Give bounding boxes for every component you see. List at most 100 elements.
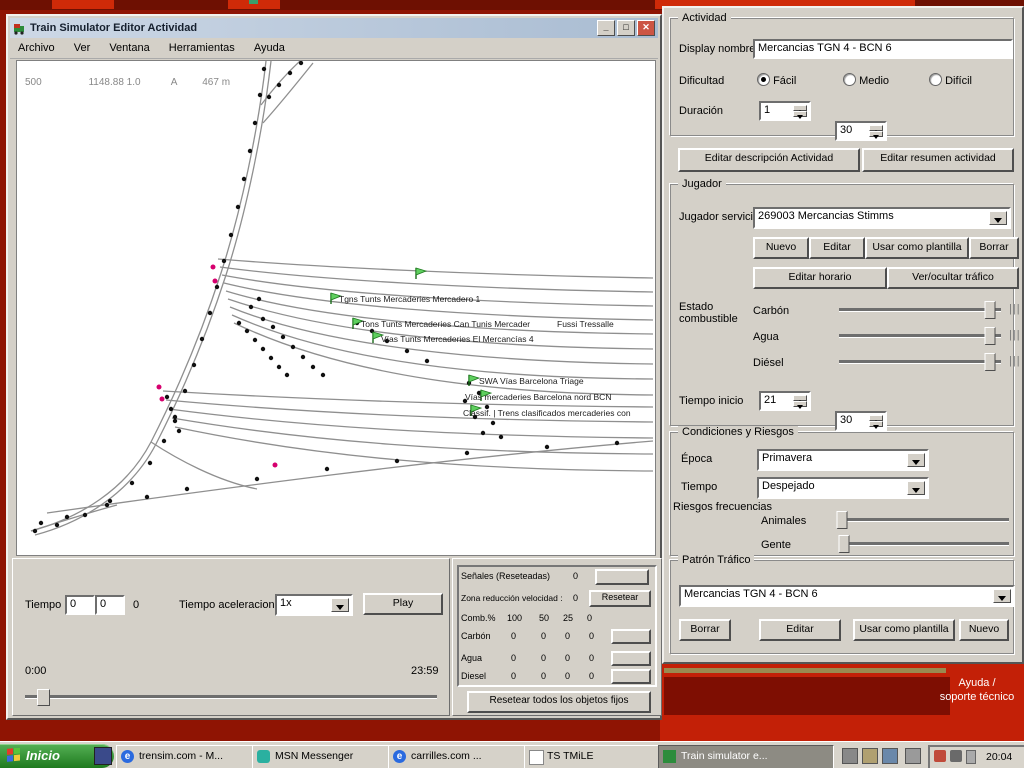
patron-trafico-dropdown-button[interactable] [993, 589, 1011, 603]
diesel-slider-handle[interactable] [984, 353, 995, 371]
map-node[interactable] [261, 347, 265, 351]
map-node[interactable] [208, 311, 212, 315]
jugador-borrar-button[interactable]: Borrar [969, 237, 1019, 259]
track-map[interactable]: Tgns Tunts Mercaderies Mercadero 1Tons T… [17, 61, 655, 555]
map-node[interactable] [55, 523, 59, 527]
taskbar-task-trensim[interactable]: e trensim.com - M... [116, 745, 270, 768]
map-node[interactable] [257, 297, 261, 301]
zona-reset-button[interactable]: Resetear [589, 590, 651, 607]
map-node[interactable] [395, 459, 399, 463]
map-node[interactable] [277, 365, 281, 369]
taskbar-task-train-simulator[interactable]: Train simulator e... [658, 745, 834, 768]
carbon-slider-handle[interactable] [984, 301, 995, 319]
map-node[interactable] [258, 93, 262, 97]
map-junction-node[interactable] [213, 279, 218, 284]
tiempo-inicio-minutes-spinner[interactable]: 30 [835, 411, 887, 431]
map-junction-node[interactable] [157, 385, 162, 390]
map-view[interactable]: 500 1148.88 1.0 A 467 m Tgns Tunts Merca… [16, 60, 656, 556]
patron-editar-button[interactable]: Editar [759, 619, 841, 641]
map-node[interactable] [405, 349, 409, 353]
map-node[interactable] [83, 513, 87, 517]
carbon-reset-button[interactable] [611, 629, 651, 644]
map-node[interactable] [248, 149, 252, 153]
spin-down-icon[interactable] [869, 131, 883, 137]
map-node[interactable] [271, 325, 275, 329]
map-node[interactable] [491, 421, 495, 425]
map-node[interactable] [255, 477, 259, 481]
reset-all-button[interactable]: Resetear todos los objetos fijos [467, 691, 651, 713]
taskbar-toolbar-icon[interactable] [842, 748, 858, 764]
quick-launch-icon[interactable] [94, 747, 112, 765]
diesel-reset-button[interactable] [611, 669, 651, 684]
map-node[interactable] [545, 445, 549, 449]
map-node[interactable] [162, 439, 166, 443]
radio-facil[interactable]: Fácil [757, 73, 796, 87]
jugador-plantilla-button[interactable]: Usar como plantilla [865, 237, 969, 259]
map-node[interactable] [215, 285, 219, 289]
menu-herramientas[interactable]: Herramientas [161, 39, 243, 56]
animales-slider-handle[interactable] [837, 511, 848, 529]
map-node[interactable] [253, 338, 257, 342]
time-hours-field[interactable]: 0 [65, 595, 95, 615]
radio-dificil-icon[interactable] [929, 73, 942, 86]
jugador-servicio-dropdown-button[interactable] [989, 211, 1007, 225]
spin-down-icon[interactable] [869, 421, 883, 427]
map-node[interactable] [281, 335, 285, 339]
duracion-hours-spinner[interactable]: 1 [759, 101, 811, 121]
ver-ocultar-trafico-button[interactable]: Ver/ocultar tráfico [887, 267, 1019, 289]
tray-icon[interactable] [966, 750, 976, 764]
map-node[interactable] [261, 317, 265, 321]
accel-dropdown-button[interactable] [331, 598, 349, 612]
map-flag-icon[interactable] [469, 375, 479, 382]
map-node[interactable] [108, 499, 112, 503]
map-node[interactable] [177, 429, 181, 433]
tiempo-clima-combobox[interactable]: Despejado [757, 477, 929, 499]
tiempo-inicio-hours-spinner[interactable]: 21 [759, 391, 811, 411]
jugador-editar-button[interactable]: Editar [809, 237, 865, 259]
title-bar[interactable]: Train Simulator Editor Actividad _ □ ✕ [10, 18, 658, 38]
map-node[interactable] [615, 441, 619, 445]
timeline-track[interactable] [25, 695, 437, 699]
map-node[interactable] [269, 356, 273, 360]
map-node[interactable] [65, 515, 69, 519]
map-junction-node[interactable] [160, 397, 165, 402]
map-node[interactable] [262, 67, 266, 71]
tray-icon[interactable] [934, 750, 946, 762]
taskbar-task-messenger[interactable]: MSN Messenger [252, 745, 406, 768]
map-node[interactable] [185, 487, 189, 491]
map-node[interactable] [425, 359, 429, 363]
map-node[interactable] [277, 83, 281, 87]
map-junction-node[interactable] [273, 463, 278, 468]
display-nombre-field[interactable]: Mercancias TGN 4 - BCN 6 [753, 39, 1013, 59]
map-junction-node[interactable] [211, 265, 216, 270]
taskbar-toolbar-icon[interactable] [905, 748, 921, 764]
radio-dificil[interactable]: Difícil [929, 73, 972, 87]
taskbar-task-carrilles[interactable]: e carrilles.com ... [388, 745, 542, 768]
menu-archivo[interactable]: Archivo [10, 39, 63, 56]
map-node[interactable] [237, 321, 241, 325]
map-node[interactable] [311, 365, 315, 369]
spin-down-icon[interactable] [793, 401, 807, 407]
map-node[interactable] [253, 121, 257, 125]
tiempo-clima-dropdown-button[interactable] [907, 481, 925, 495]
map-node[interactable] [105, 503, 109, 507]
taskbar-task-document[interactable]: TS TMiLE [524, 745, 676, 768]
map-node[interactable] [242, 177, 246, 181]
radio-facil-icon[interactable] [757, 73, 770, 86]
map-node[interactable] [465, 451, 469, 455]
minimize-button[interactable]: _ [597, 20, 615, 36]
maximize-button[interactable]: □ [617, 20, 635, 36]
radio-medio[interactable]: Medio [843, 73, 889, 87]
agua-slider-handle[interactable] [984, 327, 995, 345]
carbon-slider[interactable] [839, 301, 1001, 317]
diesel-slider[interactable] [839, 353, 1001, 369]
animales-slider[interactable] [839, 511, 1009, 527]
edit-description-button[interactable]: Editar descripción Actividad [678, 148, 860, 172]
agua-slider[interactable] [839, 327, 1001, 343]
map-node[interactable] [321, 373, 325, 377]
play-button[interactable]: Play [363, 593, 443, 615]
close-button[interactable]: ✕ [637, 20, 655, 36]
taskbar-toolbar-icon[interactable] [882, 748, 898, 764]
patron-plantilla-button[interactable]: Usar como plantilla [853, 619, 955, 641]
patron-borrar-button[interactable]: Borrar [679, 619, 731, 641]
